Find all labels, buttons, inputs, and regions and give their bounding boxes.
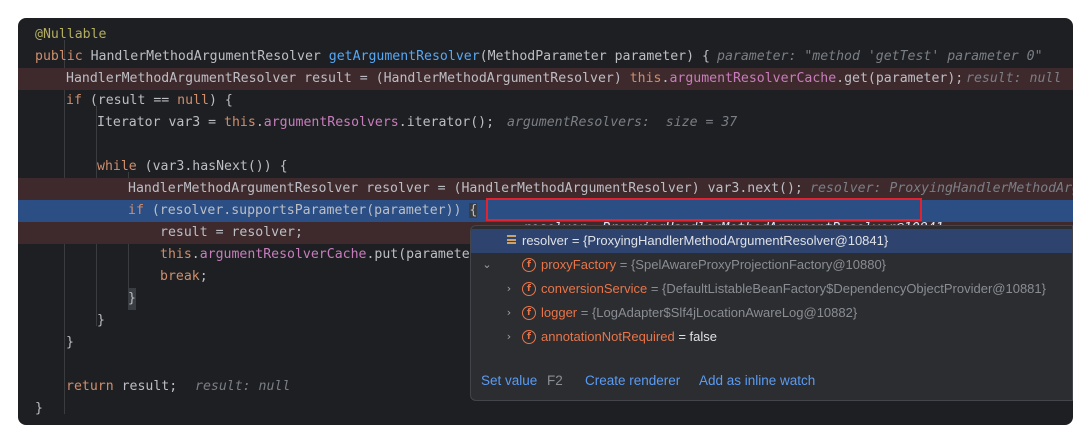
code-line-5[interactable]: Iterator var3 = this.argumentResolvers.i… bbox=[18, 112, 1073, 134]
code-statement: Iterator var3 = this.argumentResolvers.i… bbox=[97, 112, 494, 134]
set-value-link[interactable]: Set value bbox=[481, 366, 537, 396]
keyword: while bbox=[97, 159, 137, 174]
field-icon: f bbox=[522, 330, 536, 344]
inline-value-resolver[interactable]: resolver: ProxyingHandlerMethodArgumentR… bbox=[486, 198, 956, 236]
code-statement: result = resolver; bbox=[160, 225, 303, 240]
inline-debug-hint: resolver: ProxyingHandlerMethodArg bbox=[810, 181, 1073, 196]
code-statement: this.argumentResolverCache.put(parameter bbox=[160, 244, 478, 266]
method-signature: public HandlerMethodArgumentResolver get… bbox=[35, 46, 710, 68]
field-name: proxyFactory bbox=[541, 257, 617, 272]
field-name: logger bbox=[541, 305, 578, 320]
field-name: argumentResolvers bbox=[263, 115, 399, 130]
return-type: HandlerMethodArgumentResolver bbox=[82, 49, 329, 64]
code-line-8[interactable]: HandlerMethodArgumentResolver resolver =… bbox=[18, 178, 1073, 200]
code-text: . bbox=[255, 115, 264, 130]
code-text: HandlerMethodArgumentResolver result = (… bbox=[66, 71, 630, 86]
closing-brace: } bbox=[66, 335, 74, 350]
code-statement: return result; bbox=[66, 376, 177, 398]
code-text: result; bbox=[113, 379, 178, 394]
code-text: .iterator(); bbox=[398, 115, 495, 130]
code-statement: if (resolver.supportsParameter(parameter… bbox=[128, 200, 478, 222]
code-line-4[interactable]: if (result == null) { bbox=[18, 90, 1073, 112]
code-statement: break; bbox=[160, 266, 208, 288]
keyword-break: break bbox=[160, 269, 200, 284]
code-editor[interactable]: @Nullable public HandlerMethodArgumentRe… bbox=[18, 18, 1073, 425]
field-value: {LogAdapter$Slf4jLocationAwareLog@10882} bbox=[591, 305, 858, 320]
variable-inspector-popup[interactable]: ⌄ resolver = {ProxyingHandlerMethodArgum… bbox=[470, 225, 1073, 401]
code-line-1[interactable]: @Nullable bbox=[18, 24, 1073, 46]
field-icon: f bbox=[522, 306, 536, 320]
code-text: (var3.hasNext()) { bbox=[136, 159, 288, 174]
code-text: .get(parameter); bbox=[836, 71, 964, 86]
keyword: public bbox=[35, 49, 83, 64]
matched-brace: { bbox=[469, 203, 478, 218]
popup-footer: Set value F2 Create renderer Add as inli… bbox=[471, 366, 1072, 400]
closing-brace: } bbox=[35, 401, 43, 416]
code-line-18[interactable]: } bbox=[18, 398, 1073, 420]
equals-sign: = bbox=[577, 305, 592, 320]
tree-node-field[interactable]: › f proxyFactory = {SpelAwareProxyProjec… bbox=[471, 253, 1072, 295]
inline-debug-hint: argumentResolvers: size = 37 bbox=[507, 115, 738, 130]
tree-node-label: proxyFactory = {SpelAwareProxyProjection… bbox=[541, 253, 886, 277]
tree-node-label: resolver = {ProxyingHandlerMethodArgumen… bbox=[522, 229, 888, 253]
field-name: annotationNotRequired bbox=[541, 329, 675, 344]
code-statement: HandlerMethodArgumentResolver resolver =… bbox=[128, 181, 803, 196]
inline-debug-hint: result: null bbox=[966, 71, 1062, 86]
tree-node-label: annotationNotRequired = false bbox=[541, 325, 717, 349]
variable-value: = {ProxyingHandlerMethodArgumentResolver… bbox=[568, 233, 889, 248]
keyword-this: this bbox=[160, 247, 192, 262]
code-line-7[interactable]: while (var3.hasNext()) { bbox=[18, 156, 1073, 178]
create-renderer-link[interactable]: Create renderer bbox=[585, 366, 680, 396]
code-text: .put(parameter bbox=[366, 247, 478, 262]
field-value: {SpelAwareProxyProjectionFactory@10880} bbox=[630, 257, 887, 272]
code-text: ) { bbox=[208, 93, 233, 108]
field-icon: f bbox=[522, 258, 536, 272]
matched-brace: } bbox=[128, 288, 136, 310]
annotation-nullable: @Nullable bbox=[35, 27, 107, 42]
keyword: if bbox=[66, 93, 82, 108]
field-value: false bbox=[689, 329, 718, 344]
equals-sign: = bbox=[647, 281, 663, 296]
code-text: (resolver.supportsParameter(parameter)) bbox=[143, 203, 470, 218]
list-icon bbox=[507, 235, 516, 246]
code-text: . bbox=[191, 247, 200, 262]
code-statement: while (var3.hasNext()) { bbox=[97, 156, 288, 178]
keyword-null: null bbox=[177, 93, 209, 108]
variable-name: resolver bbox=[522, 233, 569, 248]
tree-node-label: logger = {LogAdapter$Slf4jLocationAwareL… bbox=[541, 301, 857, 325]
inline-debug-hint: result: null bbox=[195, 379, 291, 394]
method-name: getArgumentResolver bbox=[328, 49, 480, 64]
code-line-3[interactable]: HandlerMethodArgumentResolver result = (… bbox=[18, 68, 1073, 90]
field-name: conversionService bbox=[541, 281, 648, 296]
equals-sign: = bbox=[674, 329, 690, 344]
tree-node-field[interactable]: › f conversionService = {DefaultListable… bbox=[471, 277, 1072, 319]
field-value: {DefaultListableBeanFactory$DependencyOb… bbox=[662, 281, 1046, 296]
keyword-this: this bbox=[629, 71, 662, 86]
keyword-this: this bbox=[224, 115, 256, 130]
code-line-2[interactable]: public HandlerMethodArgumentResolver get… bbox=[18, 46, 1073, 68]
field-icon: f bbox=[522, 282, 536, 296]
tree-node-label: conversionService = {DefaultListableBean… bbox=[541, 277, 1046, 301]
add-inline-watch-link[interactable]: Add as inline watch bbox=[699, 366, 815, 396]
keyword-return: return bbox=[66, 379, 114, 394]
keyword: if bbox=[128, 203, 144, 218]
field-name: argumentResolverCache bbox=[669, 71, 837, 86]
shortcut-key: F2 bbox=[547, 373, 563, 388]
field-name: argumentResolverCache bbox=[199, 247, 367, 262]
method-params: (MethodParameter parameter) { bbox=[479, 49, 710, 64]
inline-debug-hint: parameter: "method 'getTest' parameter 0… bbox=[717, 49, 1043, 64]
tree-node-resolver[interactable]: ⌄ resolver = {ProxyingHandlerMethodArgum… bbox=[471, 229, 1072, 271]
tree-node-field[interactable]: › f logger = {LogAdapter$Slf4jLocationAw… bbox=[471, 301, 1072, 343]
code-statement: if (result == null) { bbox=[66, 90, 233, 112]
tree-node-field[interactable]: f annotationNotRequired = false bbox=[471, 325, 1072, 349]
code-text: (result == bbox=[81, 93, 178, 108]
closing-brace: } bbox=[97, 313, 105, 328]
code-text: ; bbox=[199, 269, 208, 284]
code-text: Iterator var3 = bbox=[97, 115, 225, 130]
equals-sign: = bbox=[616, 257, 631, 272]
code-statement: HandlerMethodArgumentResolver result = (… bbox=[66, 68, 963, 90]
